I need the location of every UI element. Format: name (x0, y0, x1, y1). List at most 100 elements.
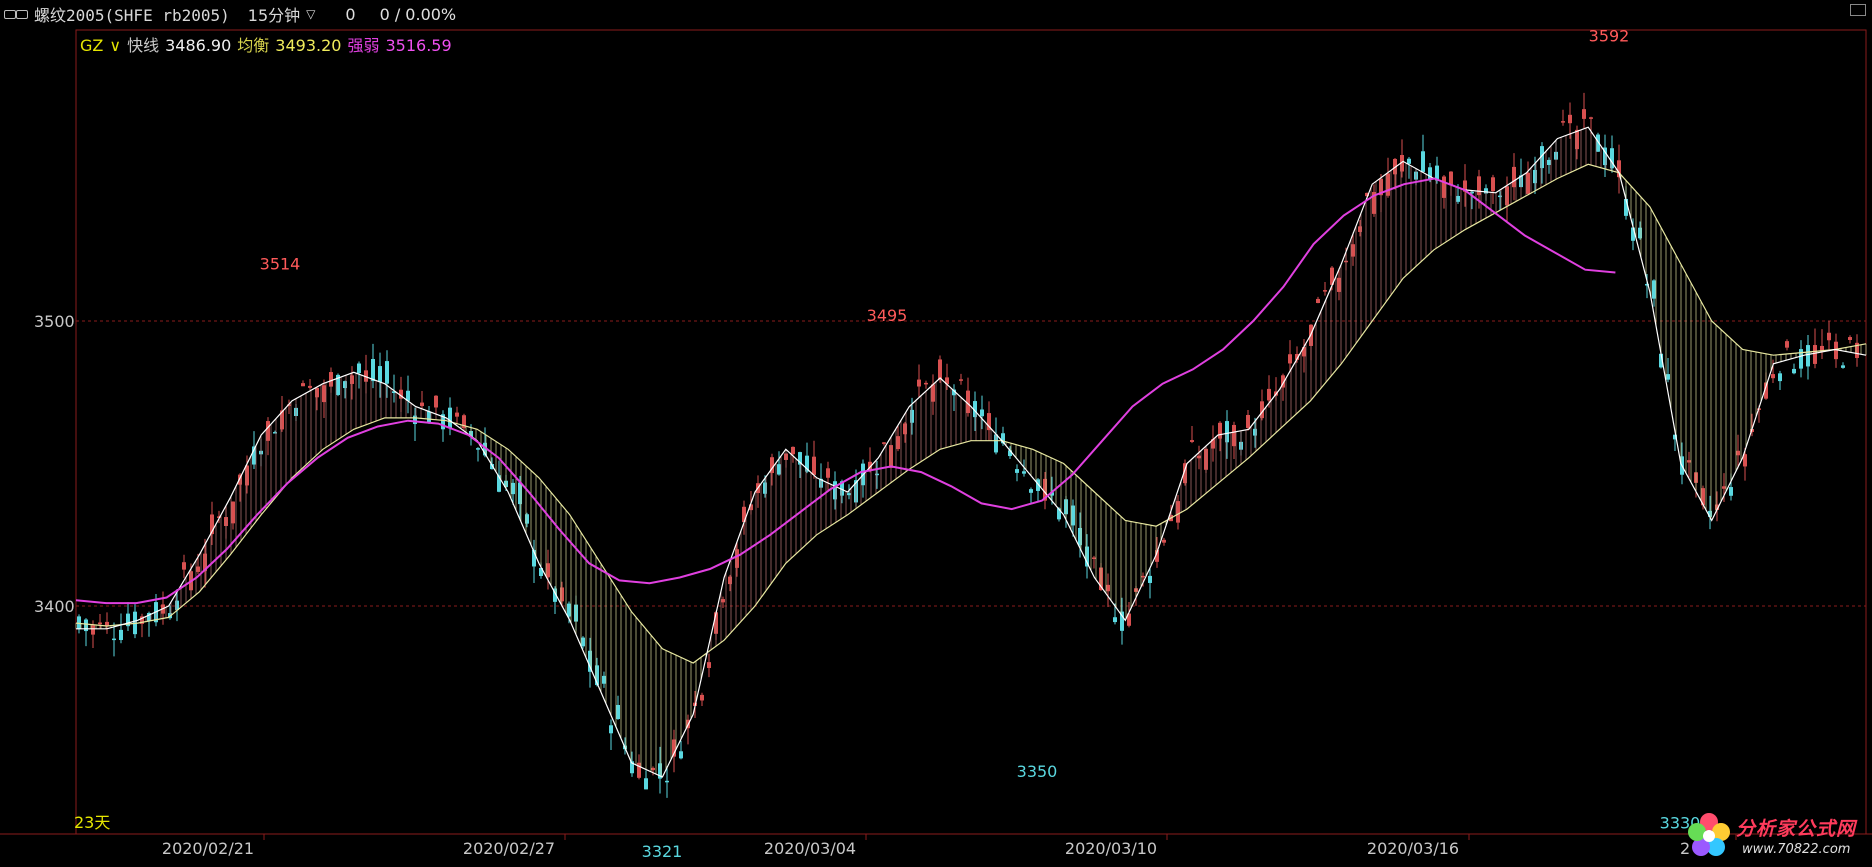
candle-body (1288, 354, 1292, 364)
candle-body (1141, 575, 1145, 578)
candle-body (448, 407, 452, 429)
candle-body (1148, 575, 1152, 583)
fast-line-label: 快线 (127, 36, 160, 55)
candle-body (1232, 424, 1236, 447)
x-tick-label: 2020/02/27 (463, 839, 555, 858)
logo-url: www.70822.com (1742, 842, 1851, 857)
candle-body (98, 622, 102, 625)
candle-body (651, 767, 655, 771)
annotations: 351433213495335035923330 (260, 28, 1701, 861)
candle-body (1841, 365, 1845, 368)
x-ticks: 2020/02/21 2020/02/27 2020/03/04 2020/03/10… (162, 834, 1737, 858)
candle-body (112, 638, 116, 641)
candle-body (700, 694, 704, 701)
extreme-label: 3350 (1017, 762, 1058, 781)
candle-body (357, 363, 361, 374)
flower-logo-icon (1688, 813, 1730, 856)
candle-body (1267, 388, 1271, 401)
candle-body (1848, 337, 1852, 340)
candle-body (1456, 195, 1460, 202)
candle-body (1666, 374, 1670, 380)
candle-body (1722, 486, 1726, 489)
candle-body (1561, 121, 1565, 123)
candle-body (959, 379, 963, 381)
period-count-label: 23天 (74, 813, 111, 832)
candle-body (1197, 455, 1201, 459)
candle-body (1323, 290, 1327, 292)
candle-body (1568, 114, 1572, 124)
candle-body (1652, 280, 1656, 299)
candle-body (1442, 176, 1446, 198)
candle-body (322, 385, 326, 403)
candle-body (1778, 373, 1782, 382)
candle-body (1729, 487, 1733, 496)
grid-lines (76, 320, 1866, 607)
balance-line-label: 均衡 (237, 36, 270, 55)
window-icon[interactable] (1850, 4, 1866, 16)
candle-body (1792, 368, 1796, 374)
candle-body (119, 629, 123, 641)
candle-body (665, 780, 669, 783)
fast-line-value: 3486.90 (165, 36, 232, 55)
candle-body (980, 409, 984, 417)
candle-body (1022, 471, 1026, 474)
indicator-selector[interactable]: GZ (80, 36, 103, 55)
candle-body (931, 384, 935, 402)
indicator-lines (75, 126, 1867, 778)
candle-body (602, 675, 606, 684)
candle-body (721, 599, 725, 603)
y-tick-label: 3400 (34, 597, 75, 616)
balance-line-value: 3493.20 (275, 36, 342, 55)
candle-body (105, 621, 109, 626)
x-tick-label: 2020/03/10 (1065, 839, 1157, 858)
candle-body (455, 412, 459, 417)
extreme-label: 3514 (260, 255, 301, 274)
indicator-legend: GZ ∨ 快线 3486.90 均衡 3493.20 强弱 3516.59 (80, 32, 452, 56)
candles (77, 92, 1859, 798)
candle-body (1813, 345, 1817, 364)
candle-body (371, 359, 375, 382)
candle-body (385, 361, 389, 384)
candle-body (1526, 172, 1530, 194)
candle-body (420, 402, 424, 407)
candle-body (1029, 489, 1033, 493)
chevron-down-icon[interactable]: ▽ (306, 7, 315, 21)
symbol-label: 螺纹2005(SHFE rb2005) (34, 6, 230, 25)
period-selector[interactable]: 15分钟 (248, 2, 300, 26)
extreme-label: 3321 (642, 842, 683, 861)
candle-body (182, 562, 186, 570)
candle-body (1106, 584, 1110, 592)
extreme-label: 3495 (867, 306, 908, 325)
candle-body (924, 382, 928, 385)
candle-body (434, 395, 438, 408)
chevron-down-icon[interactable]: ∨ (109, 36, 121, 55)
candle-body (567, 603, 571, 617)
candle-body (1162, 539, 1166, 543)
candle-body (847, 493, 851, 496)
candle-body (644, 778, 648, 790)
candle-body (791, 446, 795, 455)
x-tick-label: 2020/03/16 (1367, 839, 1459, 858)
candle-body (231, 501, 235, 524)
candle-body (882, 442, 886, 444)
percent-change: 0 / 0.00% (379, 4, 457, 24)
link-icon[interactable] (4, 8, 30, 20)
ribbon-fill (75, 128, 1867, 777)
candle-body (1785, 341, 1789, 348)
candle-body (1092, 557, 1096, 559)
strong-line-value: 3516.59 (385, 36, 452, 55)
candle-body (707, 662, 711, 668)
candle-body (546, 563, 550, 578)
y-tick-label: 3500 (34, 312, 75, 331)
candle-body (1316, 298, 1320, 304)
candle-body (301, 383, 305, 387)
price-chart[interactable]: 35003400 351433213495335035923330 2020/0… (0, 28, 1872, 867)
candle-body (476, 448, 480, 450)
candle-body (1071, 505, 1075, 526)
logo-title: 分析家公式网 (1736, 818, 1857, 840)
candle-body (581, 637, 585, 647)
title-bar: 螺纹2005(SHFE rb2005) 15分钟 ▽ 0 0 / 0.00% (0, 0, 1872, 28)
candle-body (1827, 332, 1831, 341)
candle-body (1015, 469, 1019, 473)
y-ticks: 3500 3400 (34, 312, 75, 616)
